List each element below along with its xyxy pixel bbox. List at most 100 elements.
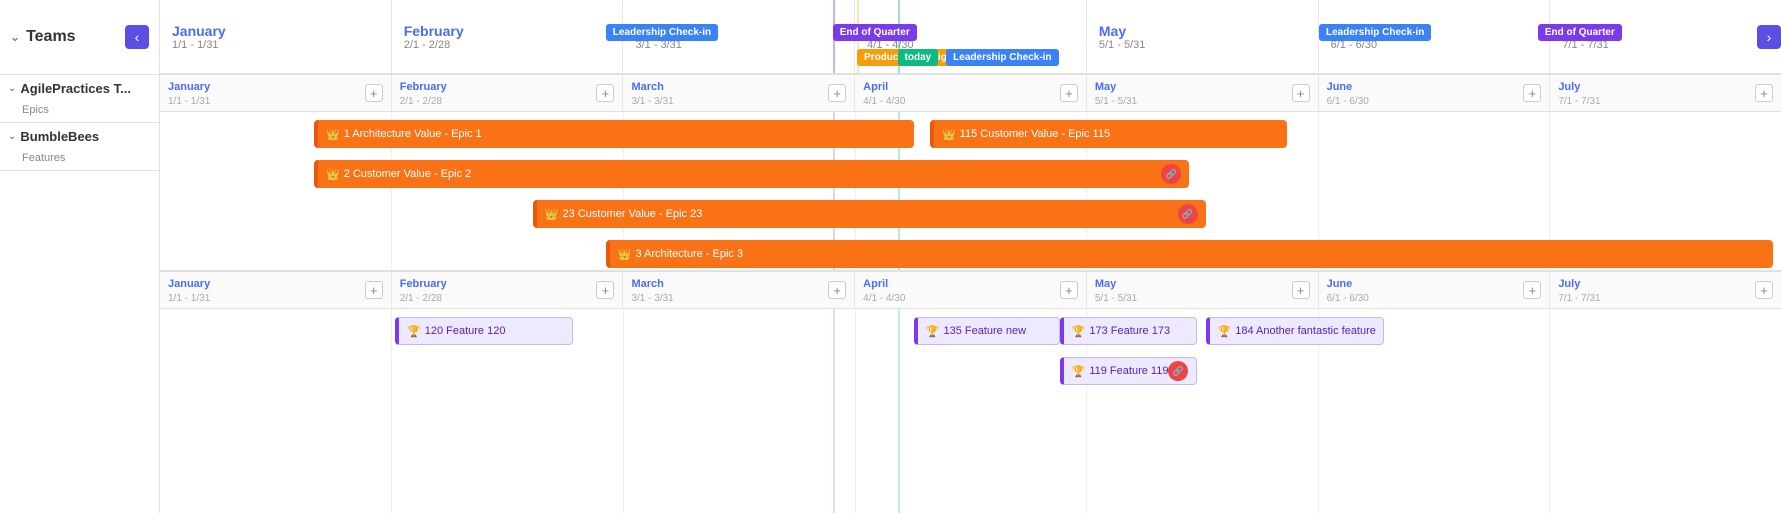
feat-month-may: May 5/1 - 5/31 + [1087,272,1319,308]
expand-icon: ⌄ [10,30,20,44]
e-mar-range: 3/1 - 3/31 [631,96,673,107]
e-apr-range: 4/1 - 4/30 [863,96,905,107]
epic-bar-1[interactable]: 👑 1 Architecture Value - Epic 1 [314,120,914,148]
epic-23-label: 23 Customer Value - Epic 23 [563,208,703,220]
month-feb-name: February [404,23,611,39]
month-may-range: 5/1 - 5/31 [1099,39,1306,51]
f-jan-name: January [168,278,210,290]
add-epic-apr[interactable]: + [1060,84,1078,102]
feature-bar-135[interactable]: 🏆 135 Feature new [914,317,1060,345]
leadership-badge-3: Leadership Check-in [1319,24,1431,41]
month-jan-name: January [172,23,379,39]
feature-bar-119[interactable]: 🏆 119 Feature 119 🔗 [1060,357,1198,385]
feat-month-jul: July7/1 - 7/31 + [1550,272,1781,308]
end-quarter-badge-2: End of Quarter [1538,24,1622,41]
epics-month-jul: July 7/1 - 7/31 + [1550,75,1781,111]
e-mar-name: March [631,81,663,93]
trophy-icon-135: 🏆 [926,325,940,338]
crown-icon-23: 👑 [545,208,559,221]
end-quarter-badge-1: End of Quarter [833,24,917,41]
feature-bar-120[interactable]: 🏆 120 Feature 120 [395,317,573,345]
feat-grid-3 [855,309,856,513]
feat-vmark-today [898,309,900,513]
feature-bar-173[interactable]: 🏆 173 Feature 173 [1060,317,1198,345]
f-apr-range: 4/1 - 4/30 [863,293,905,304]
e-jul-range: 7/1 - 7/31 [1558,96,1600,107]
e-may-name: May [1095,81,1116,93]
scroll-right-button[interactable]: › [1757,25,1781,49]
team-bumble-block: ⌄ BumbleBees Features [0,123,159,171]
team-agile-block: ⌄ AgilePractices T... Epics [0,75,159,123]
e-may-range: 5/1 - 5/31 [1095,96,1137,107]
team-bumble-row[interactable]: ⌄ BumbleBees [0,123,159,150]
link-badge-23: 🔗 [1178,204,1198,224]
f-jul-range: 7/1 - 7/31 [1558,293,1600,304]
f-feb-range: 2/1 - 2/28 [400,293,442,304]
link-badge-2: 🔗 [1161,164,1181,184]
f-mar-range: 3/1 - 3/31 [631,293,673,304]
feature-bar-184[interactable]: 🏆 184 Another fantastic feature [1206,317,1384,345]
f-may-range: 5/1 - 5/31 [1095,293,1137,304]
team-bumble-sub: Features [0,150,159,170]
epics-bars-area: 👑 1 Architecture Value - Epic 1 👑 115 Cu… [160,112,1781,272]
e-jul-name: July [1558,81,1580,93]
f-mar-name: March [631,278,663,290]
f-may-name: May [1095,278,1116,290]
add-feat-mar[interactable]: + [828,281,846,299]
epic-bar-3[interactable]: 👑 3 Architecture - Epic 3 [606,240,1773,268]
add-epic-mar[interactable]: + [828,84,846,102]
epics-month-mar: March 3/1 - 3/31 + [623,75,855,111]
add-epic-jan[interactable]: + [365,84,383,102]
months-header-row: January 1/1 - 1/31 February 2/1 - 2/28 M… [160,0,1781,75]
today-badge: today [898,49,939,66]
crown-icon-3: 👑 [618,248,632,261]
app-root: ⌄ Teams ‹ ⌄ AgilePractices T... Epics ⌄ … [0,0,1781,513]
epics-month-feb: February2/1 - 2/28 + [392,75,624,111]
leadership-badge-1: Leadership Check-in [606,24,718,41]
team-agile-chevron: ⌄ [8,83,16,94]
add-epic-feb[interactable]: + [596,84,614,102]
e-feb-name: February [400,81,447,93]
add-feat-jan[interactable]: + [365,281,383,299]
epic-bar-115[interactable]: 👑 115 Customer Value - Epic 115 [930,120,1287,148]
month-feb: February 2/1 - 2/28 [392,0,624,73]
trophy-icon-184: 🏆 [1218,325,1232,338]
epic-bar-23[interactable]: 👑 23 Customer Value - Epic 23 🔗 [533,200,1206,228]
feat-month-feb: February 2/1 - 2/28 + [392,272,624,308]
feat-grid-2 [623,309,624,513]
features-months-subheader: January1/1 - 1/31 + February2/1 - 2/28 +… [160,272,1781,309]
crown-icon-115: 👑 [942,128,956,141]
feat-month-apr: April 4/1 - 4/30 + [855,272,1087,308]
add-epic-may[interactable]: + [1292,84,1310,102]
add-feat-jul[interactable]: + [1755,281,1773,299]
add-feat-apr[interactable]: + [1060,281,1078,299]
e-apr-name: April [863,81,888,93]
e-jan-range: 1/1 - 1/31 [168,96,210,107]
f-apr-name: April [863,278,888,290]
team-bumble-name: BumbleBees [20,129,99,144]
epic-115-label: 115 Customer Value - Epic 115 [960,128,1110,140]
f-feb-name: February [400,278,447,290]
feat-grid-1 [391,309,392,513]
sidebar-collapse-button[interactable]: ‹ [125,25,149,49]
team-agile-row[interactable]: ⌄ AgilePractices T... [0,75,159,102]
link-badge-119: 🔗 [1168,361,1188,381]
add-feat-feb[interactable]: + [596,281,614,299]
e-jun-range: 6/1 - 6/30 [1327,96,1369,107]
gantt-area: January 1/1 - 1/31 February 2/1 - 2/28 M… [160,0,1781,513]
main-area: ⌄ Teams ‹ ⌄ AgilePractices T... Epics ⌄ … [0,0,1781,513]
team-agile-sub: Epics [0,102,159,122]
feature-120-label: 120 Feature 120 [425,325,506,337]
add-epic-jun[interactable]: + [1523,84,1541,102]
epic-bar-2[interactable]: 👑 2 Customer Value - Epic 2 🔗 [314,160,1189,188]
feat-grid-6 [1549,309,1550,513]
feature-184-label: 184 Another fantastic feature [1235,325,1376,337]
crown-icon-1: 👑 [326,128,340,141]
add-epic-jul[interactable]: + [1755,84,1773,102]
epics-month-jan: January1/1 - 1/31 + [160,75,392,111]
sidebar: ⌄ Teams ‹ ⌄ AgilePractices T... Epics ⌄ … [0,0,160,513]
feature-135-label: 135 Feature new [943,325,1026,337]
feature-173-label: 173 Feature 173 [1089,325,1170,337]
add-feat-may[interactable]: + [1292,281,1310,299]
add-feat-jun[interactable]: + [1523,281,1541,299]
